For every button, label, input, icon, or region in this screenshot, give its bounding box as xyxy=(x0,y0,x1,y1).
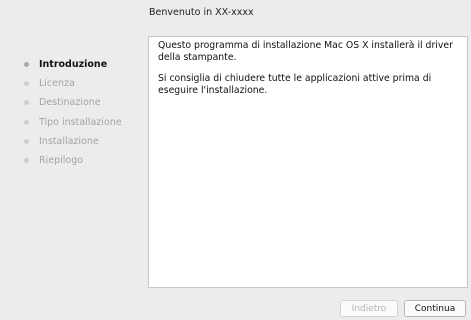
continue-button[interactable]: Continua xyxy=(404,300,466,317)
content-paragraph: Questo programma di installazione Mac OS… xyxy=(158,40,453,63)
step-installazione: Installazione xyxy=(24,132,122,151)
step-bullet-icon xyxy=(24,100,29,106)
content-paragraph: Si consiglia di chiudere tutte le applic… xyxy=(158,73,432,96)
step-bullet-icon xyxy=(24,119,29,125)
step-tipo-installazione: Tipo installazione xyxy=(24,113,122,132)
page-title: Benvenuto in XX-xxxx xyxy=(149,7,254,18)
step-bullet-icon xyxy=(24,81,29,87)
step-label: Tipo installazione xyxy=(39,116,122,128)
step-label: Destinazione xyxy=(39,97,101,109)
step-label: Riepilogo xyxy=(39,155,84,167)
installer-steps: Introduzione Licenza Destinazione Tipo i… xyxy=(24,55,122,170)
step-bullet-icon xyxy=(24,158,29,164)
back-button[interactable]: Indietro xyxy=(340,300,398,317)
step-bullet-icon xyxy=(24,62,29,68)
content-panel: Questo programma di installazione Mac OS… xyxy=(148,36,468,288)
step-bullet-icon xyxy=(24,138,29,144)
step-introduzione: Introduzione xyxy=(24,55,122,74)
step-destinazione: Destinazione xyxy=(24,93,122,112)
step-label: Installazione xyxy=(39,135,99,147)
step-riepilogo: Riepilogo xyxy=(24,151,122,170)
step-label: Introduzione xyxy=(39,59,108,71)
step-licenza: Licenza xyxy=(24,74,122,93)
step-label: Licenza xyxy=(39,78,75,90)
